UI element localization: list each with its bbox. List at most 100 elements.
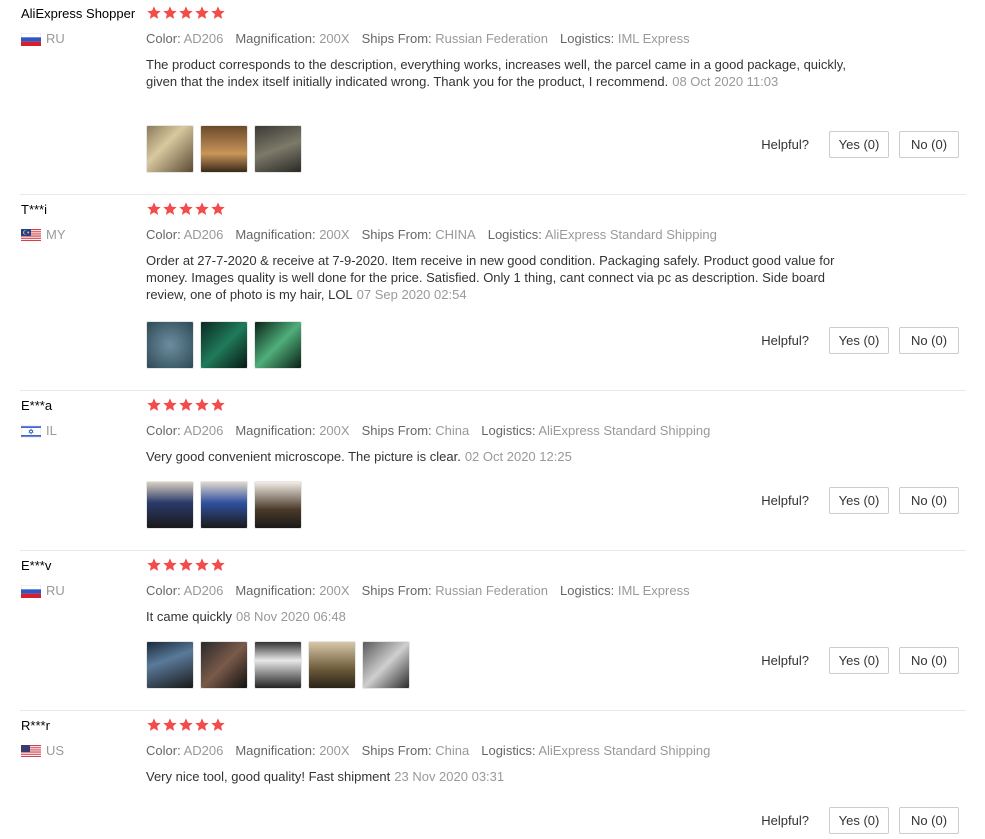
star-icon xyxy=(194,398,210,417)
star-icon xyxy=(178,718,194,737)
helpful-label: Helpful? xyxy=(761,333,809,348)
star-icon xyxy=(210,558,226,577)
star-icon xyxy=(194,718,210,737)
helpful-no-button[interactable]: No (0) xyxy=(899,487,959,514)
review-item: T***i MY Color: AD206 Magnification: 200X Sh… xyxy=(0,196,985,391)
product-attributes: Color: AD206 Magnification: 200X Ships Fro… xyxy=(146,583,702,598)
helpful-label: Helpful? xyxy=(761,493,809,508)
star-icon xyxy=(178,6,194,25)
attr-logistics: Logistics: AliExpress Standard Shipping xyxy=(481,423,711,438)
reviewer-country: RU xyxy=(21,583,65,599)
reviewer-country: IL xyxy=(21,423,57,439)
flag-my-icon xyxy=(21,227,46,243)
reviewer-country: MY xyxy=(21,227,66,243)
review-text: Very good convenient microscope. The pic… xyxy=(146,448,866,465)
helpful-yes-button[interactable]: Yes (0) xyxy=(829,327,889,354)
helpful-label: Helpful? xyxy=(761,653,809,668)
attr-ships-from: Ships From: China xyxy=(361,423,470,438)
star-icon xyxy=(162,398,178,417)
helpful-yes-button[interactable]: Yes (0) xyxy=(829,647,889,674)
product-attributes: Color: AD206 Magnification: 200X Ships Fro… xyxy=(146,743,722,758)
star-rating xyxy=(146,5,226,26)
review-photo-thumbnail[interactable] xyxy=(200,125,248,173)
flag-il-icon xyxy=(21,423,46,439)
star-icon xyxy=(194,558,210,577)
review-body: Very nice tool, good quality! Fast shipm… xyxy=(146,769,391,784)
review-date: 08 Oct 2020 11:03 xyxy=(672,74,779,89)
review-photo-thumbnail[interactable] xyxy=(362,641,410,689)
helpful-label: Helpful? xyxy=(761,813,809,828)
review-photos xyxy=(146,125,302,173)
attr-color: Color: AD206 xyxy=(146,31,224,46)
star-icon xyxy=(146,718,162,737)
attr-magnification: Magnification: 200X xyxy=(235,31,350,46)
review-photo-thumbnail[interactable] xyxy=(200,641,248,689)
review-photo-thumbnail[interactable] xyxy=(254,321,302,369)
reviewer-name: T***i xyxy=(21,202,48,217)
helpful-no-button[interactable]: No (0) xyxy=(899,647,959,674)
attr-color: Color: AD206 xyxy=(146,583,224,598)
country-code: IL xyxy=(46,423,57,439)
review-list: AliExpress Shopper RU Color: AD206 Magnific… xyxy=(0,0,985,839)
star-icon xyxy=(162,6,178,25)
review-text: Order at 27-7-2020 & receive at 7-9-2020… xyxy=(146,252,866,303)
review-photos xyxy=(146,321,302,369)
review-photo-thumbnail[interactable] xyxy=(146,481,194,529)
helpful-yes-button[interactable]: Yes (0) xyxy=(829,807,889,834)
review-text: It came quickly 08 Nov 2020 06:48 xyxy=(146,608,866,625)
review-photo-thumbnail[interactable] xyxy=(146,641,194,689)
country-code: US xyxy=(46,743,65,759)
helpful-yes-button[interactable]: Yes (0) xyxy=(829,487,889,514)
attr-color: Color: AD206 xyxy=(146,227,224,242)
helpful-controls: Helpful? Yes (0) No (0) xyxy=(761,131,959,158)
reviewer-name: R***r xyxy=(21,718,50,733)
country-code: MY xyxy=(46,227,66,243)
star-rating xyxy=(146,201,226,222)
reviewer-name: AliExpress Shopper xyxy=(21,6,136,21)
review-photo-thumbnail[interactable] xyxy=(146,321,194,369)
attr-magnification: Magnification: 200X xyxy=(235,423,350,438)
attr-logistics: Logistics: IML Express xyxy=(560,583,690,598)
review-photo-thumbnail[interactable] xyxy=(254,481,302,529)
product-attributes: Color: AD206 Magnification: 200X Ships Fro… xyxy=(146,423,722,438)
review-text: The product corresponds to the descripti… xyxy=(146,56,866,90)
star-icon xyxy=(146,558,162,577)
review-photo-thumbnail[interactable] xyxy=(146,125,194,173)
review-photo-thumbnail[interactable] xyxy=(200,481,248,529)
review-photo-thumbnail[interactable] xyxy=(254,641,302,689)
star-icon xyxy=(146,6,162,25)
helpful-no-button[interactable]: No (0) xyxy=(899,131,959,158)
review-photo-thumbnail[interactable] xyxy=(308,641,356,689)
helpful-no-button[interactable]: No (0) xyxy=(899,807,959,834)
review-photo-thumbnail[interactable] xyxy=(200,321,248,369)
reviewer-country: RU xyxy=(21,31,65,47)
review-text: Very nice tool, good quality! Fast shipm… xyxy=(146,768,866,785)
attr-logistics: Logistics: AliExpress Standard Shipping xyxy=(481,743,711,758)
star-icon xyxy=(210,202,226,221)
star-rating xyxy=(146,397,226,418)
star-icon xyxy=(146,202,162,221)
flag-ru-icon xyxy=(21,31,46,47)
attr-ships-from: Ships From: China xyxy=(361,743,470,758)
helpful-controls: Helpful? Yes (0) No (0) xyxy=(761,487,959,514)
reviewer-name: E***a xyxy=(21,398,53,413)
star-rating xyxy=(146,717,226,738)
review-item: E***v RU Color: AD206 Magnification: 200X Sh… xyxy=(0,552,985,711)
attr-magnification: Magnification: 200X xyxy=(235,583,350,598)
helpful-yes-button[interactable]: Yes (0) xyxy=(829,131,889,158)
helpful-no-button[interactable]: No (0) xyxy=(899,327,959,354)
review-item: E***a IL Color: AD206 Magnification: 200X Sh… xyxy=(0,392,985,551)
attr-ships-from: Ships From: CHINA xyxy=(361,227,476,242)
product-attributes: Color: AD206 Magnification: 200X Ships Fro… xyxy=(146,227,729,242)
review-divider xyxy=(20,710,966,711)
flag-us-icon xyxy=(21,743,46,759)
star-icon xyxy=(178,202,194,221)
review-body: It came quickly xyxy=(146,609,232,624)
star-icon xyxy=(210,398,226,417)
review-photo-thumbnail[interactable] xyxy=(254,125,302,173)
review-divider xyxy=(20,194,966,195)
review-divider xyxy=(20,550,966,551)
review-date: 23 Nov 2020 03:31 xyxy=(394,769,505,784)
flag-ru-icon xyxy=(21,583,46,599)
attr-ships-from: Ships From: Russian Federation xyxy=(361,31,548,46)
